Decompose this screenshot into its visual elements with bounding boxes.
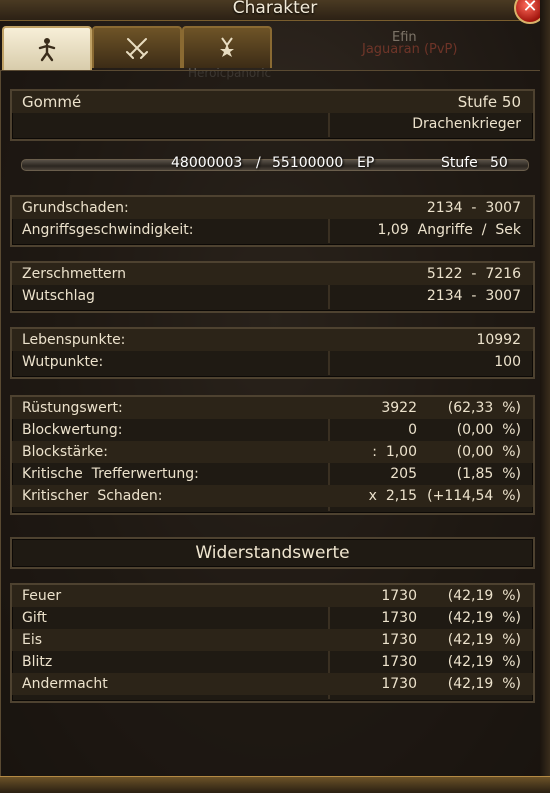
stat-value: 1,09 Angriffe / Sek [377, 222, 521, 238]
stat-value: 100 [494, 354, 521, 370]
stat-value: 10992 [476, 332, 521, 348]
title-bar: Charakter [0, 0, 550, 21]
character-level: Stufe 50 [457, 93, 521, 111]
stat-value: 1730 [381, 588, 417, 604]
medal-icon [220, 37, 234, 57]
stat-value: x 2,15 [368, 488, 417, 504]
stat-row: Grundschaden: 2134 - 3007 [12, 197, 533, 219]
window-title: Charakter [232, 0, 318, 18]
stat-percent: (+114,54 %) [427, 488, 521, 504]
xp-unit: EP [357, 155, 375, 171]
stat-label: Andermacht [22, 676, 108, 692]
character-name: Gommé [22, 93, 82, 111]
stat-row: Kritischer Schaden: x 2,15 (+114,54 %) [12, 485, 533, 507]
character-name-row: Gommé Stufe 50 [12, 91, 533, 113]
stat-percent: (42,19 %) [447, 676, 521, 692]
xp-current: 48000003 [171, 155, 243, 171]
stat-label: Kritische Trefferwertung: [22, 466, 199, 482]
stat-value: : 1,00 [372, 444, 417, 460]
resources-box: Lebenspunkte: 10992 Wutpunkte: 100 [10, 327, 535, 379]
stat-label: Eis [22, 632, 43, 648]
stat-percent: (42,19 %) [447, 654, 521, 670]
stat-row: Angriffsgeschwindigkeit: 1,09 Angriffe /… [12, 219, 533, 241]
stat-row: Wutpunkte: 100 [12, 351, 533, 373]
tab-combat[interactable] [92, 26, 182, 68]
stat-row: Blitz 1730 (42,19 %) [12, 651, 533, 673]
stat-value: 2134 - 3007 [426, 288, 521, 304]
resistances-header: Widerstandswerte [10, 537, 535, 569]
xp-level-label: Stufe [441, 155, 478, 171]
stat-percent: (42,19 %) [447, 610, 521, 626]
stat-value: 1730 [381, 632, 417, 648]
character-class: Drachenkrieger [412, 116, 521, 132]
stat-value: 5122 - 7216 [426, 266, 521, 282]
stat-percent: (1,85 %) [456, 466, 521, 482]
stat-value: 0 [408, 422, 417, 438]
stat-row: Eis 1730 (42,19 %) [12, 629, 533, 651]
stat-label: Lebenspunkte: [22, 332, 126, 348]
stat-label: Zerschmettern [22, 266, 127, 282]
stat-value: 3922 [381, 400, 417, 416]
stat-label: Wutpunkte: [22, 354, 104, 370]
stat-label: Grundschaden: [22, 200, 129, 216]
skills-box: Zerschmettern 5122 - 7216 Wutschlag 2134… [10, 261, 535, 313]
stat-row: Lebenspunkte: 10992 [12, 329, 533, 351]
stat-label: Blockwertung: [22, 422, 123, 438]
xp-separator: / [256, 155, 261, 171]
stat-label: Kritischer Schaden: [22, 488, 163, 504]
stat-label: Angriffsgeschwindigkeit: [22, 222, 194, 238]
stat-value: 1730 [381, 676, 417, 692]
stat-value: 1730 [381, 610, 417, 626]
stat-label: Rüstungswert: [22, 400, 123, 416]
character-class-row: Drachenkrieger [12, 113, 533, 135]
character-panel: Gommé Stufe 50 Drachenkrieger 48000003 /… [0, 70, 550, 778]
stat-label: Blockstärke: [22, 444, 108, 460]
stat-percent: (62,33 %) [447, 400, 521, 416]
character-info: Gommé Stufe 50 Drachenkrieger [10, 89, 535, 141]
stat-label: Feuer [22, 588, 62, 604]
stat-row: Feuer 1730 (42,19 %) [12, 585, 533, 607]
xp-bar: 48000003 / 55100000 EP Stufe 50 [21, 153, 529, 175]
stat-label: Gift [22, 610, 47, 626]
stat-row: Wutschlag 2134 - 3007 [12, 285, 533, 307]
tab-character[interactable] [2, 26, 92, 70]
person-icon [38, 38, 56, 62]
stat-percent: (0,00 %) [456, 422, 521, 438]
tab-honor[interactable] [182, 26, 272, 68]
stat-row: Gift 1730 (42,19 %) [12, 607, 533, 629]
stat-percent: (42,19 %) [447, 588, 521, 604]
stat-row: Andermacht 1730 (42,19 %) [12, 673, 533, 695]
stat-label: Blitz [22, 654, 53, 670]
stat-row: Kritische Trefferwertung: 205 (1,85 %) [12, 463, 533, 485]
crossed-swords-icon [126, 38, 148, 59]
stat-row: Blockwertung: 0 (0,00 %) [12, 419, 533, 441]
defense-box: Rüstungswert: 3922 (62,33 %) Blockwertun… [10, 395, 535, 515]
resistances-box: Feuer 1730 (42,19 %) Gift 1730 (42,19 %)… [10, 583, 535, 703]
stat-value: 205 [390, 466, 417, 482]
stat-row: Rüstungswert: 3922 (62,33 %) [12, 397, 533, 419]
stat-label: Wutschlag [22, 288, 95, 304]
stat-value: 2134 - 3007 [426, 200, 521, 216]
resistances-title: Widerstandswerte [195, 543, 350, 563]
xp-max: 55100000 [272, 155, 344, 171]
window-edge [540, 0, 550, 792]
stat-percent: (0,00 %) [456, 444, 521, 460]
stat-row: Zerschmettern 5122 - 7216 [12, 263, 533, 285]
tab-bar [0, 26, 550, 70]
stat-row: Blockstärke: : 1,00 (0,00 %) [12, 441, 533, 463]
bottom-frame [0, 776, 550, 793]
stat-percent: (42,19 %) [447, 632, 521, 648]
stat-value: 1730 [381, 654, 417, 670]
xp-level-value: 50 [490, 155, 508, 171]
damage-box: Grundschaden: 2134 - 3007 Angriffsgeschw… [10, 195, 535, 247]
